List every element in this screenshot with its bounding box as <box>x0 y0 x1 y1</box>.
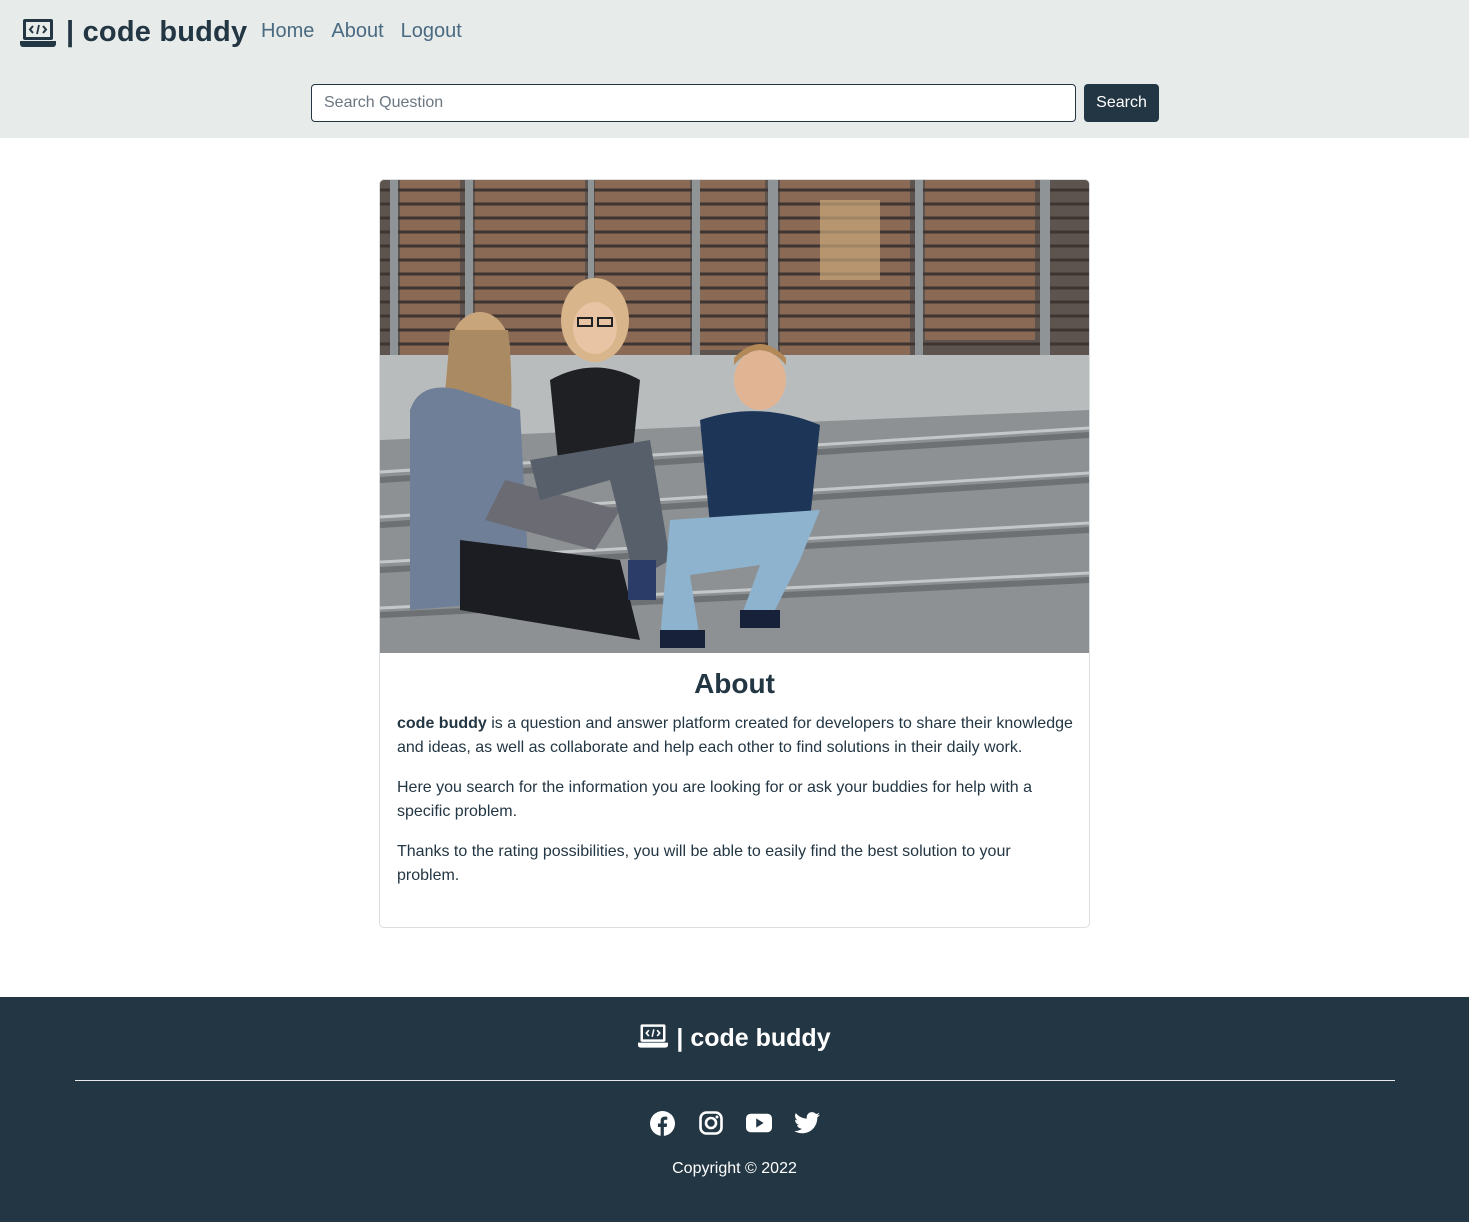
brand-logo-link[interactable]: | code buddy <box>20 16 247 49</box>
about-text: code buddy is a question and answer plat… <box>397 712 1077 904</box>
youtube-icon[interactable] <box>745 1110 772 1136</box>
nav-link-logout[interactable]: Logout <box>401 20 462 43</box>
about-card: About code buddy is a question and answe… <box>379 179 1090 928</box>
nav-link-home[interactable]: Home <box>261 20 314 43</box>
instagram-icon[interactable] <box>698 1110 724 1136</box>
twitter-icon[interactable] <box>793 1110 820 1136</box>
nav-link-about[interactable]: About <box>331 20 383 43</box>
footer: | code buddy Copyright © 2022 <box>0 997 1469 1222</box>
brand-name: | code buddy <box>66 16 248 48</box>
copyright-text: Copyright © 2022 <box>672 1160 797 1177</box>
footer-divider <box>75 1080 1395 1081</box>
search-input[interactable] <box>311 84 1076 122</box>
laptop-code-icon <box>638 1023 669 1054</box>
about-paragraph-2: Here you search for the information you … <box>397 779 1032 820</box>
search-button[interactable]: Search <box>1084 84 1159 122</box>
about-paragraph-1-text: is a question and answer platform create… <box>397 715 1073 756</box>
top-navbar: | code buddy Home About Logout Search <box>0 0 1469 138</box>
footer-brand[interactable]: | code buddy <box>0 1023 1469 1054</box>
about-brand-name: code buddy <box>397 715 487 732</box>
footer-brand-name: | code buddy <box>676 1024 831 1052</box>
facebook-icon[interactable] <box>650 1110 676 1136</box>
about-paragraph-1: code buddy is a question and answer plat… <box>397 712 1077 760</box>
main-nav: Home About Logout <box>261 20 462 43</box>
social-links <box>0 1110 1469 1136</box>
laptop-code-icon <box>20 18 56 48</box>
about-photo <box>380 180 1089 653</box>
about-title: About <box>694 668 775 699</box>
about-paragraph-3: Thanks to the rating possibilities, you … <box>397 843 1011 884</box>
